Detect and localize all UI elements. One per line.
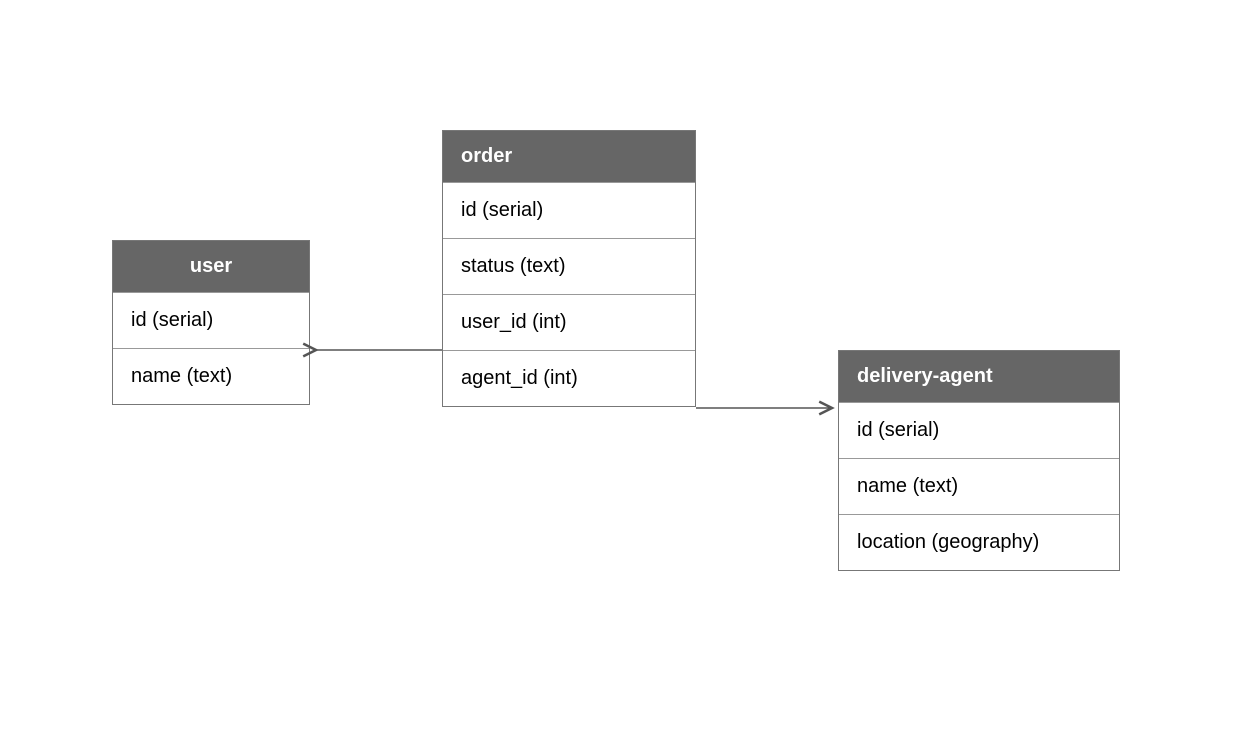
entity-user: user id (serial) name (text) — [112, 240, 310, 405]
entity-order-field-id: id (serial) — [443, 182, 695, 238]
entity-delivery-agent-field-id: id (serial) — [839, 402, 1119, 458]
entity-order-field-user-id: user_id (int) — [443, 294, 695, 350]
entity-order-header: order — [443, 131, 695, 182]
er-diagram-canvas: user id (serial) name (text) order id (s… — [0, 0, 1252, 744]
entity-delivery-agent-header: delivery-agent — [839, 351, 1119, 402]
entity-user-header: user — [113, 241, 309, 292]
entity-delivery-agent-field-location: location (geography) — [839, 514, 1119, 570]
entity-delivery-agent-field-name: name (text) — [839, 458, 1119, 514]
entity-user-field-name: name (text) — [113, 348, 309, 404]
entity-user-field-id: id (serial) — [113, 292, 309, 348]
entity-order: order id (serial) status (text) user_id … — [442, 130, 696, 407]
entity-delivery-agent: delivery-agent id (serial) name (text) l… — [838, 350, 1120, 571]
entity-order-field-agent-id: agent_id (int) — [443, 350, 695, 406]
entity-order-field-status: status (text) — [443, 238, 695, 294]
